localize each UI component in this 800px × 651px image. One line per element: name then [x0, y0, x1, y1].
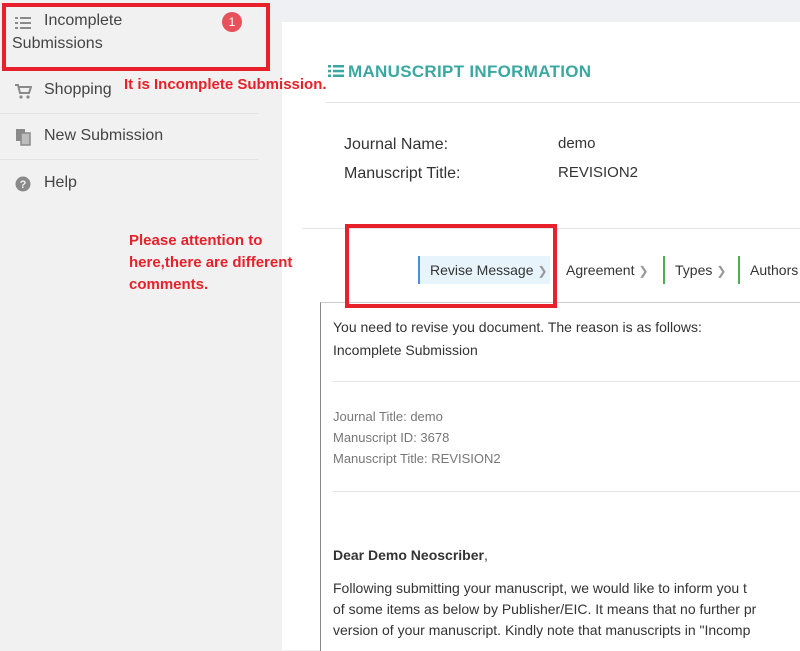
chevron-right-icon: ❯	[537, 264, 548, 278]
tab-authors[interactable]: Authors	[738, 256, 800, 284]
message-reason: Incomplete Submission	[333, 342, 478, 358]
tab-types[interactable]: Types ❯	[663, 256, 733, 284]
journal-name-label: Journal Name:	[344, 136, 449, 153]
greeting-comma: ,	[483, 547, 488, 563]
sidebar-item-label: Submissions	[12, 35, 103, 52]
tab-agreement[interactable]: Agreement ❯	[556, 256, 656, 284]
sidebar-item-label: New Submission	[44, 127, 164, 144]
copy-icon	[14, 128, 32, 146]
sidebar-item-label: Incomplete	[44, 12, 123, 29]
manuscript-title-value: REVISION2	[558, 164, 639, 181]
tab-label: Authors	[750, 262, 799, 278]
manuscript-id-meta: Manuscript ID: 3678	[333, 430, 450, 445]
divider	[326, 102, 800, 103]
tab-label: Agreement	[566, 262, 635, 278]
top-strip	[258, 0, 800, 22]
page-title-text: MANUSCRIPT INFORMATION	[348, 62, 592, 81]
chevron-right-icon: ❯	[716, 264, 727, 278]
divider	[302, 228, 800, 229]
cart-icon	[14, 82, 33, 100]
greeting-name: Dear Demo Neoscriber	[333, 547, 484, 563]
annotation-line: Please attention to	[129, 232, 263, 249]
sidebar-item-help[interactable]: ? Help	[0, 160, 258, 206]
revise-message-panel: You need to revise you document. The rea…	[320, 302, 800, 651]
annotation-incomplete: It is Incomplete Submission.	[124, 76, 327, 93]
journal-name-value: demo	[558, 135, 596, 152]
chevron-right-icon: ❯	[638, 264, 649, 278]
notification-badge: 1	[222, 12, 242, 32]
tab-label: Types	[675, 262, 713, 278]
sidebar-item-label: Help	[44, 174, 77, 191]
sidebar-item-new-submission[interactable]: New Submission	[0, 114, 258, 160]
divider	[333, 381, 800, 382]
svg-text:?: ?	[20, 179, 27, 191]
journal-title-meta: Journal Title: demo	[333, 409, 443, 424]
divider	[333, 491, 800, 492]
tab-label: Revise Message	[430, 262, 534, 278]
annotation-line: here,there are different	[129, 254, 293, 271]
manuscript-title-meta: Manuscript Title: REVISION2	[333, 451, 501, 466]
message-body: Following submitting your manuscript, we…	[333, 580, 747, 596]
message-line: You need to revise you document. The rea…	[333, 319, 702, 335]
manuscript-title-label: Manuscript Title:	[344, 165, 461, 182]
greeting: Dear Demo Neoscriber,	[333, 547, 488, 563]
list-icon	[328, 63, 344, 77]
message-body: version of your manuscript. Kindly note …	[333, 622, 751, 638]
sidebar-item-incomplete-submissions[interactable]: Incomplete Submissions 1	[0, 0, 258, 68]
message-body: of some items as below by Publisher/EIC.…	[333, 601, 757, 617]
sidebar-item-label: Shopping	[44, 81, 112, 98]
page-title: MANUSCRIPT INFORMATION	[328, 62, 591, 82]
annotation-line: comments.	[129, 276, 209, 293]
help-icon: ?	[14, 175, 32, 193]
annotation-attention: Please attention to here,there are diffe…	[129, 230, 292, 296]
sidebar: Incomplete Submissions 1 Shopping New Su…	[0, 0, 258, 650]
list-icon	[14, 14, 32, 32]
tab-revise-message[interactable]: Revise Message ❯	[418, 256, 550, 284]
